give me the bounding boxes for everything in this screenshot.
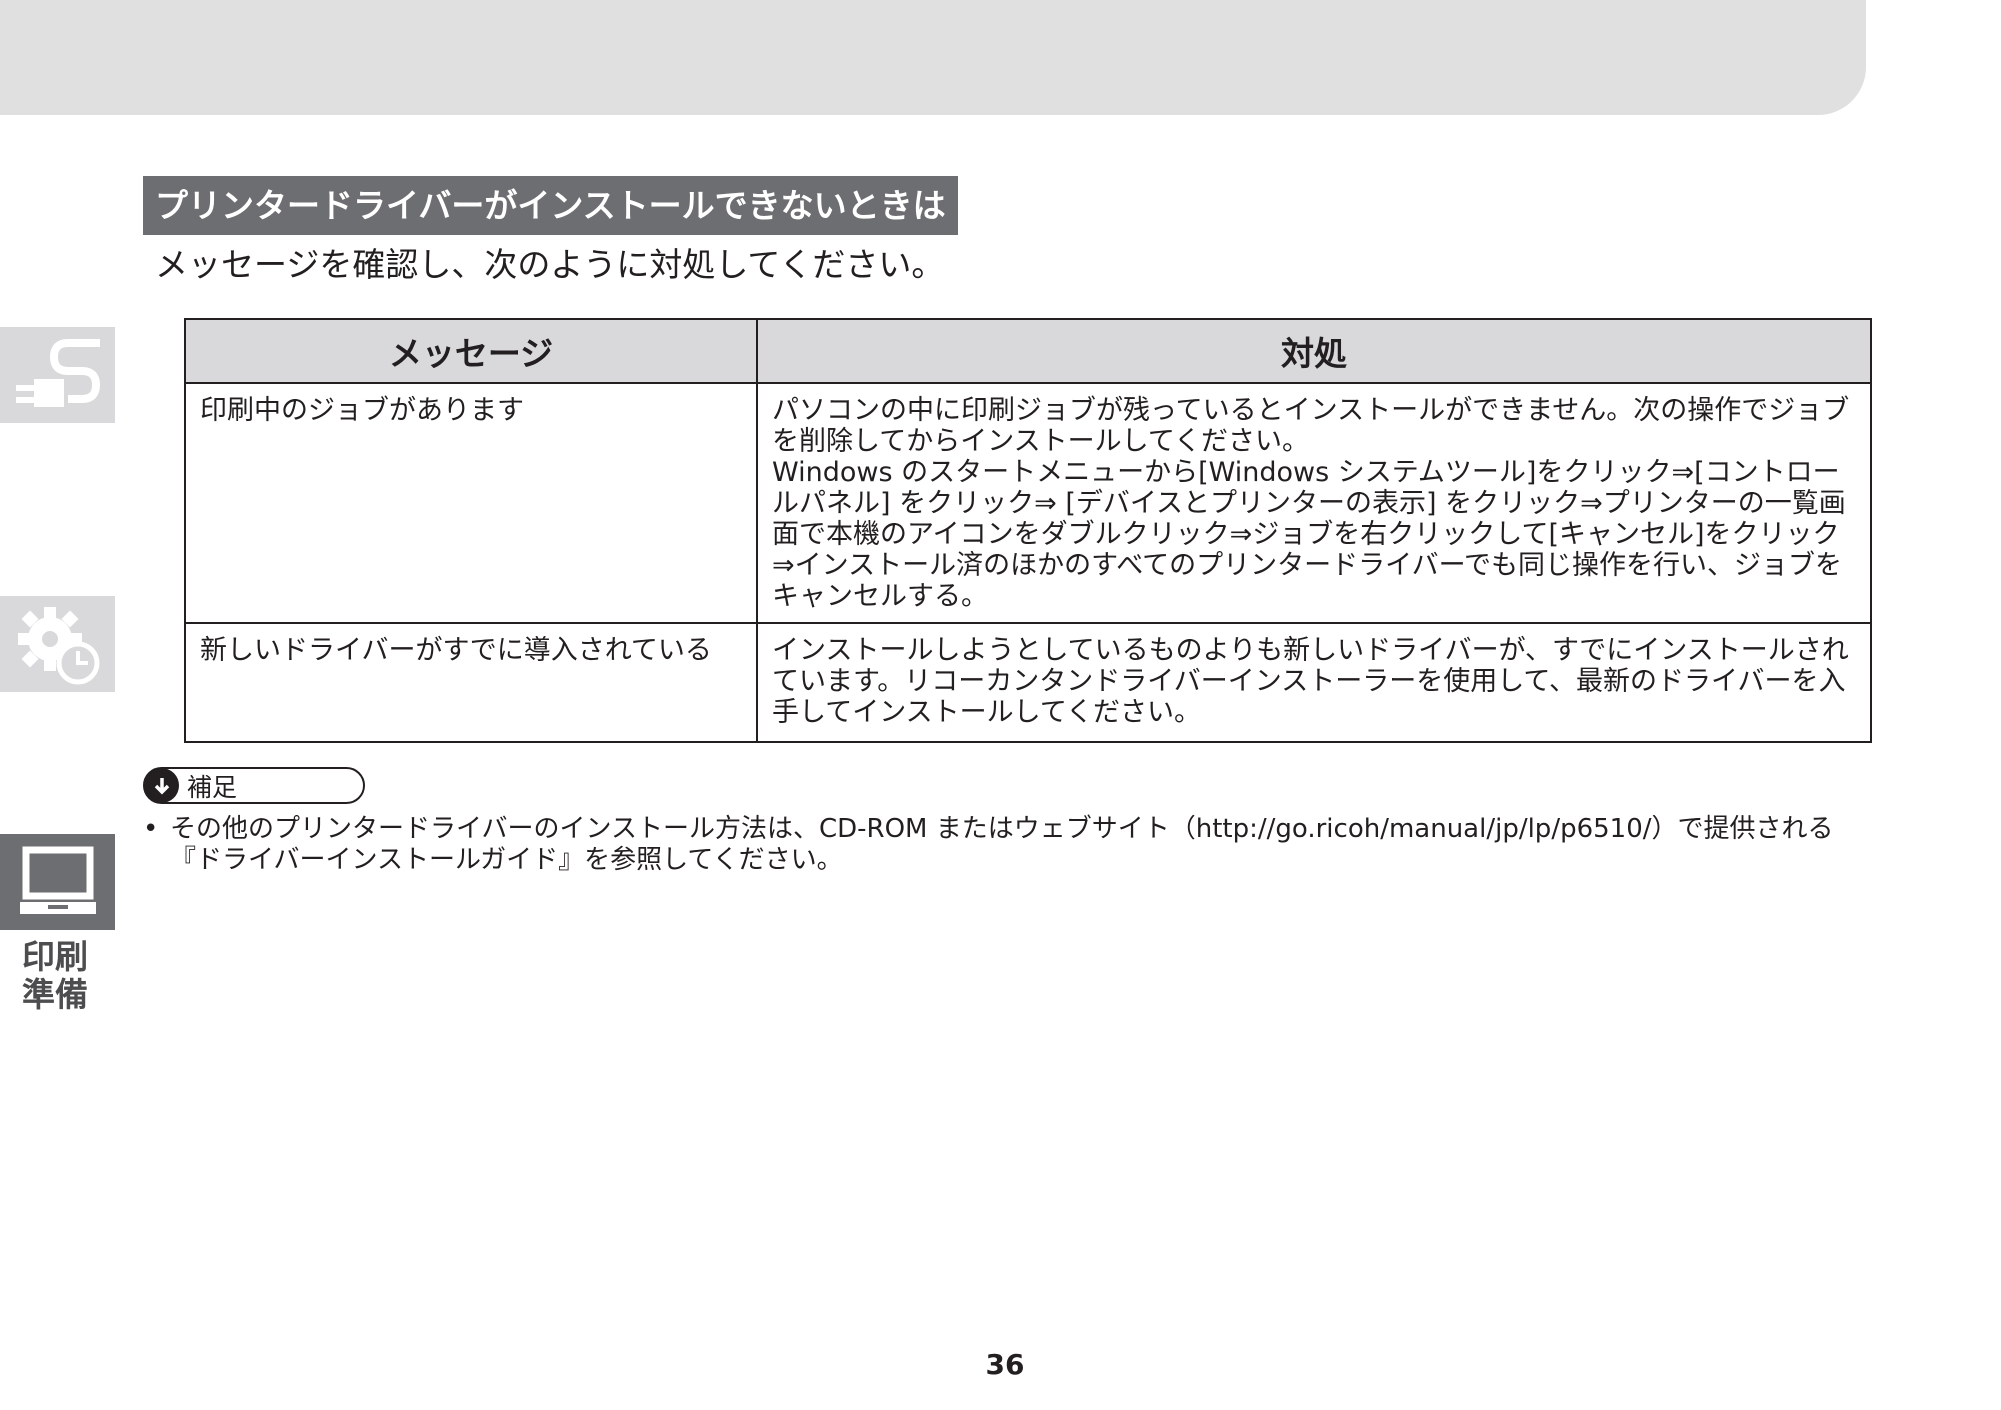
note-badge-label: 補足 bbox=[187, 772, 238, 802]
intro-text: メッセージを確認し、次のように対処してください。 bbox=[155, 245, 945, 284]
action-text: インストールしようとしているものよりも新しいドライバーが、すでにインストールされ… bbox=[772, 635, 1849, 728]
action-text: パソコンの中に印刷ジョブが残っているとインストールができません。次の操作でジョブ… bbox=[772, 395, 1850, 457]
note-badge: 補足 bbox=[143, 767, 365, 804]
table-row: 印刷中のジョブがあります パソコンの中に印刷ジョブが残っているとインストールがで… bbox=[184, 382, 1872, 624]
note-bullet: • bbox=[143, 814, 159, 844]
side-tab-settings[interactable] bbox=[0, 596, 115, 692]
column-header-action: 対処 bbox=[756, 318, 1872, 384]
column-header-message: メッセージ bbox=[184, 318, 758, 384]
side-tab-print-preparation[interactable] bbox=[0, 834, 115, 930]
arrow-down-icon bbox=[144, 768, 179, 803]
laptop-icon bbox=[19, 846, 96, 914]
action-cell: パソコンの中に印刷ジョブが残っているとインストールができません。次の操作でジョブ… bbox=[756, 382, 1872, 624]
plug-icon bbox=[15, 339, 100, 407]
table-row: 新しいドライバーがすでに導入されている インストールしようとしているものよりも新… bbox=[184, 622, 1872, 743]
message-table: メッセージ 対処 印刷中のジョブがあります パソコンの中に印刷ジョブが残っている… bbox=[184, 318, 1872, 743]
side-tab-label: 印刷準備 bbox=[22, 937, 88, 1014]
message-cell: 新しいドライバーがすでに導入されている bbox=[184, 622, 758, 743]
page-number: 36 bbox=[985, 1348, 1025, 1381]
section-heading: プリンタードライバーがインストールできないときは bbox=[143, 176, 958, 235]
table-header-row: メッセージ 対処 bbox=[184, 318, 1872, 384]
gear-clock-icon bbox=[17, 607, 99, 685]
header-band bbox=[0, 0, 1866, 115]
note-item: • その他のプリンタードライバーのインストール方法は、CD-ROM またはウェブ… bbox=[143, 814, 1873, 876]
side-tab-setup[interactable] bbox=[0, 327, 115, 423]
action-cell: インストールしようとしているものよりも新しいドライバーが、すでにインストールされ… bbox=[756, 622, 1872, 743]
message-cell: 印刷中のジョブがあります bbox=[184, 382, 758, 624]
action-text: Windows のスタートメニューから[Windows システムツール]をクリッ… bbox=[772, 457, 1846, 612]
note-text: その他のプリンタードライバーのインストール方法は、CD-ROM またはウェブサイ… bbox=[170, 814, 1834, 875]
